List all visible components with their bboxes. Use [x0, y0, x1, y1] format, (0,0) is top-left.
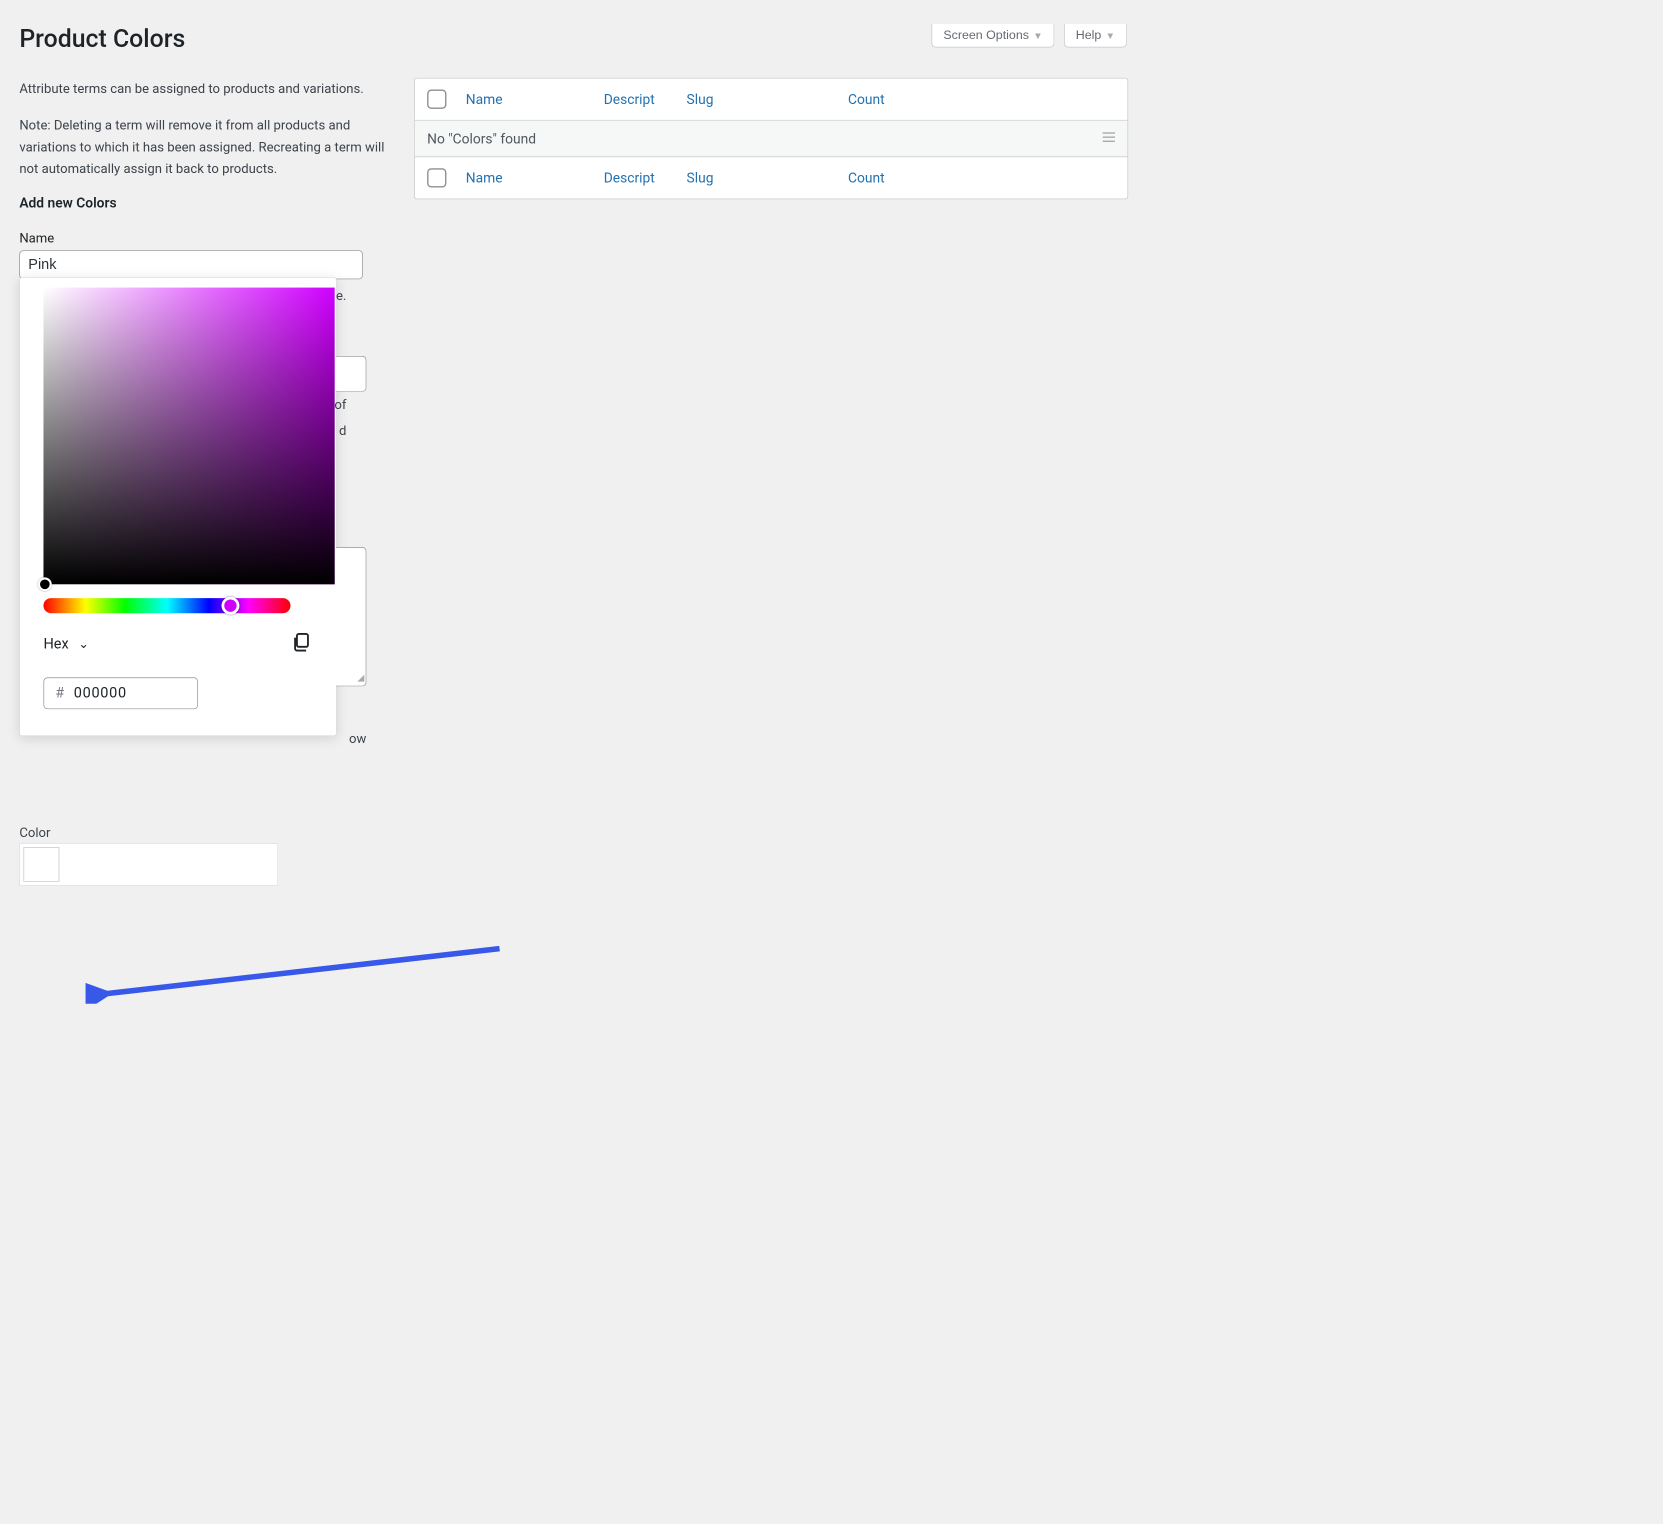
col-header-count[interactable]: Count	[848, 91, 945, 108]
intro-p2: Note: Deleting a term will remove it fro…	[19, 115, 385, 180]
select-all-checkbox[interactable]	[427, 90, 446, 109]
col-header-slug[interactable]: Slug	[687, 91, 848, 108]
annotation-arrow-icon	[86, 944, 517, 1003]
intro-text: Attribute terms can be assigned to produ…	[19, 78, 385, 180]
hex-input[interactable]: #	[43, 678, 198, 710]
col-footer-description[interactable]: Descript	[604, 170, 687, 187]
edge-text-e: e.	[336, 288, 346, 304]
empty-message: No "Colors" found	[427, 130, 536, 147]
help-label: Help	[1076, 28, 1102, 42]
col-footer-count[interactable]: Count	[848, 170, 945, 187]
color-swatch-container	[19, 843, 278, 886]
edge-text-of: of	[334, 397, 346, 413]
table-footer-row: Name Descript Slug Count	[415, 157, 1128, 198]
copy-icon[interactable]	[290, 631, 312, 657]
edge-text-ow: ow	[349, 731, 366, 747]
saturation-picker-handle[interactable]	[38, 578, 52, 592]
col-header-description[interactable]: Descript	[604, 91, 687, 108]
screen-options-button[interactable]: Screen Options ▼	[932, 24, 1055, 47]
select-all-checkbox-footer[interactable]	[427, 168, 446, 187]
hue-slider[interactable]	[43, 598, 290, 613]
col-header-name[interactable]: Name	[466, 91, 604, 108]
terms-table: Name Descript Slug Count No "Colors" fou…	[414, 78, 1128, 199]
table-empty-row: No "Colors" found	[415, 121, 1128, 158]
hash-symbol: #	[55, 685, 64, 702]
menu-icon[interactable]	[1103, 130, 1115, 147]
hex-value-field[interactable]	[74, 685, 171, 702]
name-input[interactable]	[19, 251, 363, 280]
chevron-down-icon: ▼	[1105, 30, 1115, 41]
add-new-heading: Add new Colors	[19, 195, 385, 212]
help-button[interactable]: Help ▼	[1064, 24, 1127, 47]
color-picker-panel: e. of d ow Hex ⌄	[19, 277, 336, 736]
color-format-label: Hex	[43, 636, 68, 653]
resize-grip-icon[interactable]	[357, 674, 367, 684]
description-textarea-peek[interactable]	[336, 547, 366, 686]
chevron-down-icon: ▼	[1033, 30, 1043, 41]
col-footer-name[interactable]: Name	[466, 170, 604, 187]
col-footer-slug[interactable]: Slug	[687, 170, 848, 187]
edge-text-d: d	[339, 423, 346, 439]
screen-options-label: Screen Options	[943, 28, 1029, 42]
top-tab-buttons: Screen Options ▼ Help ▼	[932, 24, 1127, 47]
intro-p1: Attribute terms can be assigned to produ…	[19, 78, 385, 100]
hue-slider-handle[interactable]	[221, 597, 239, 615]
color-format-select[interactable]: Hex ⌄	[43, 636, 88, 653]
color-field-label: Color	[19, 825, 385, 841]
name-label: Name	[19, 231, 385, 247]
chevron-down-icon: ⌄	[78, 637, 88, 651]
slug-input-peek[interactable]	[336, 356, 366, 392]
saturation-area[interactable]	[43, 288, 334, 585]
color-swatch[interactable]	[23, 847, 59, 882]
table-header-row: Name Descript Slug Count	[415, 79, 1128, 121]
